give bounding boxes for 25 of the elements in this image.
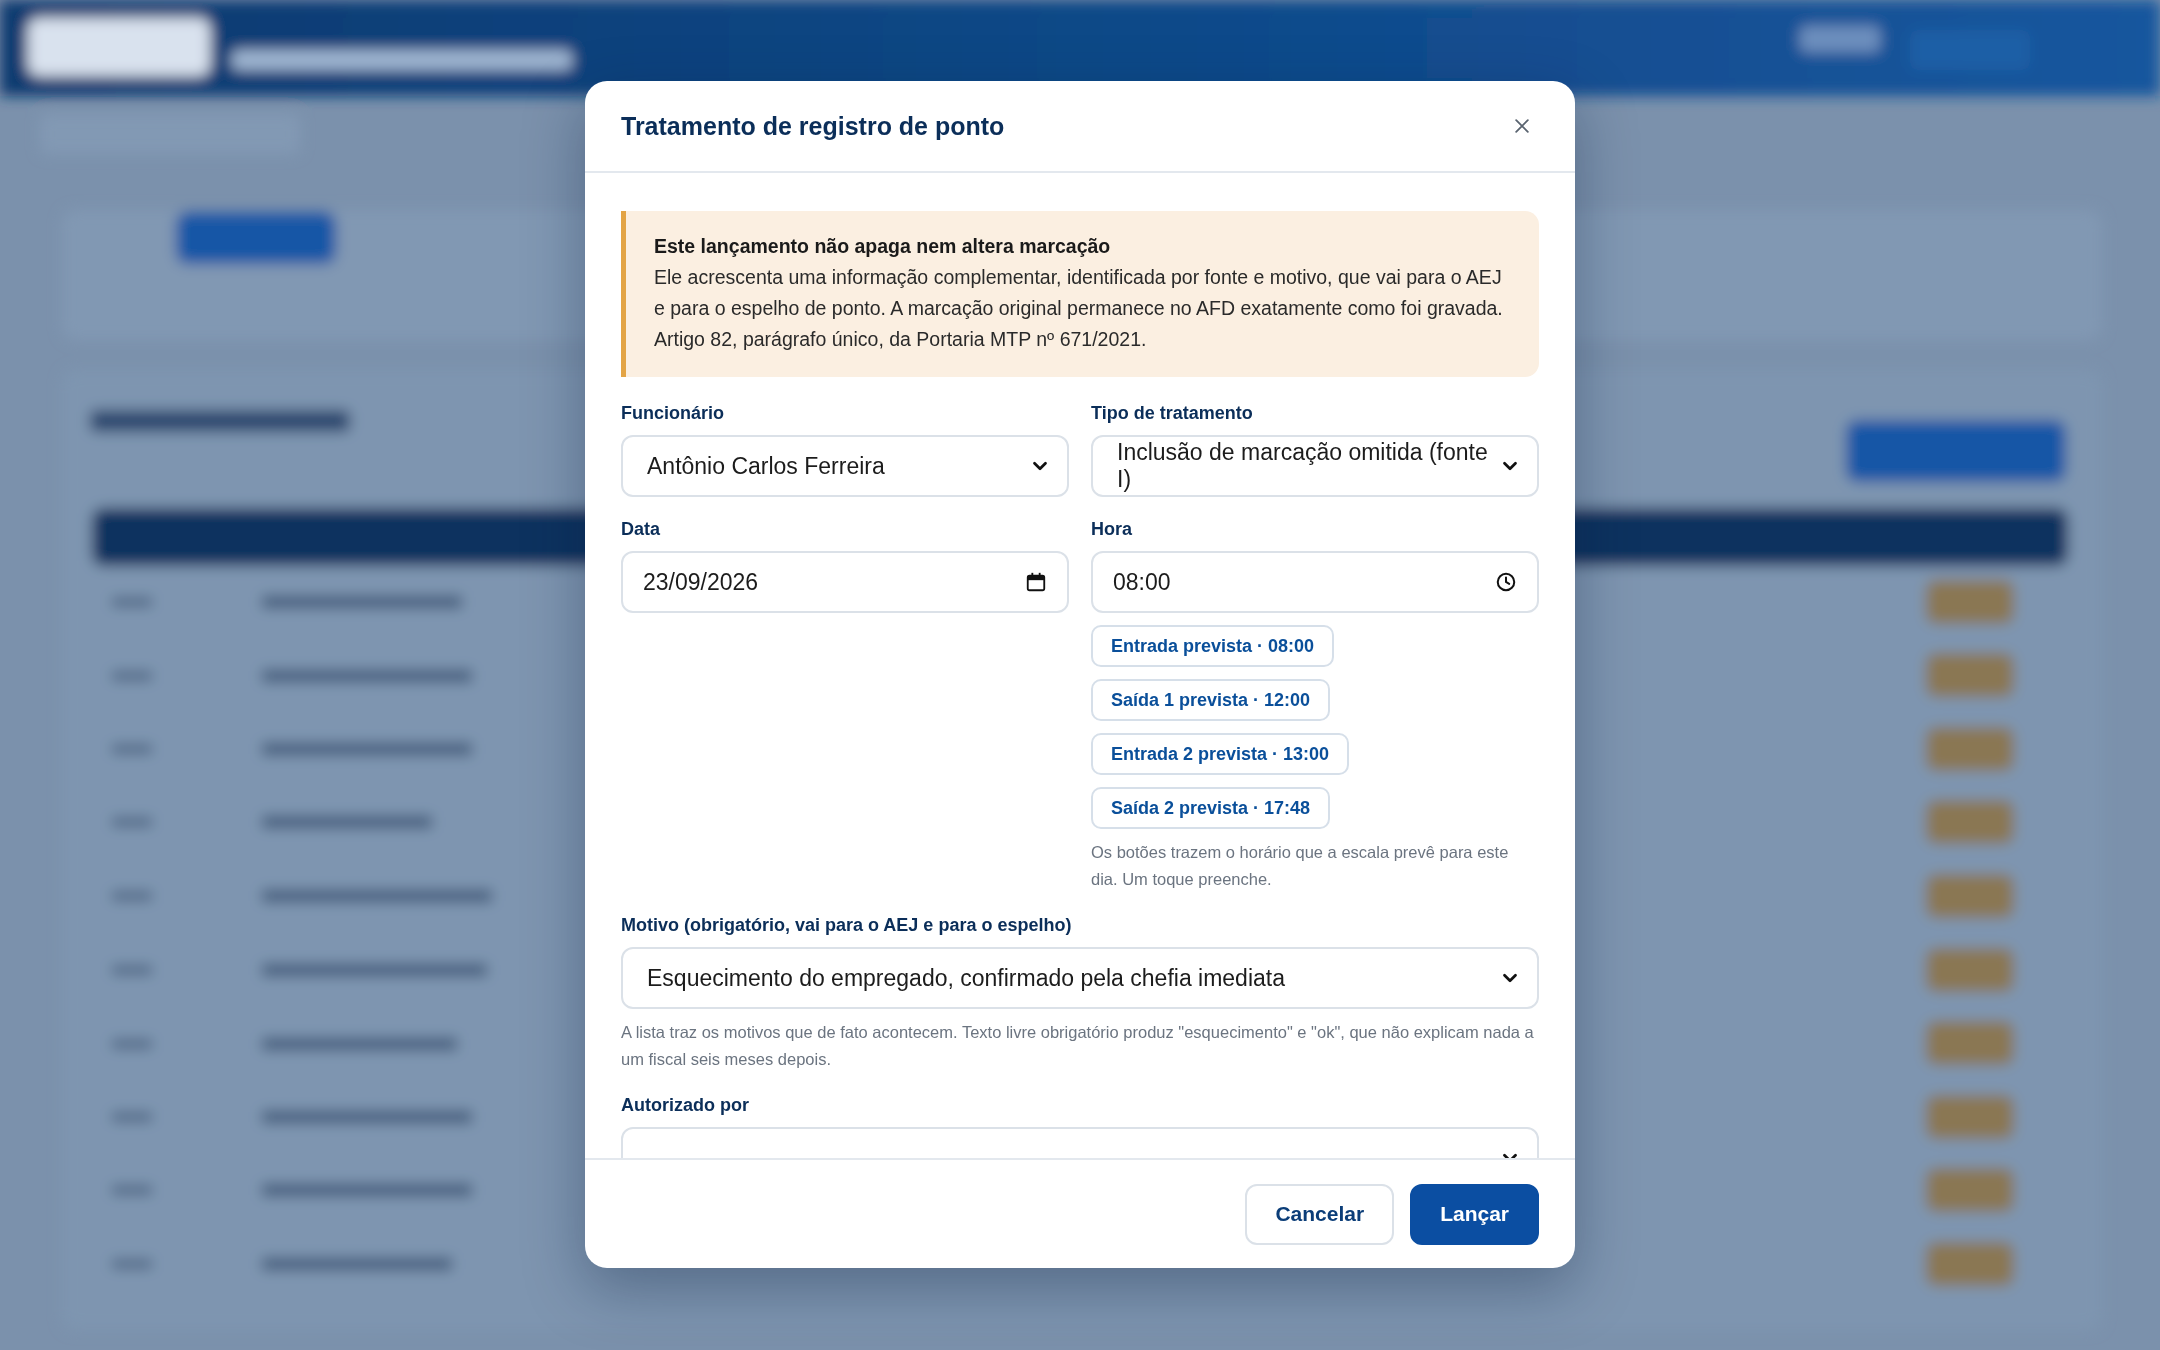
time-field[interactable]: 08:00 [1091,551,1539,613]
suggestion-button[interactable]: Saída 2 prevista · 17:48 [1091,787,1331,829]
select-field[interactable]: Esquecimento do empregado, confirmado pela chefia imediata [621,947,1539,1009]
submit-button[interactable]: Lançar [1410,1183,1539,1245]
clock-icon [1495,571,1517,593]
field-label: Funcionário [621,403,724,424]
field-label: Tipo de tratamento [1091,403,1253,424]
notice-title: Este lançamento não apaga nem altera marcação [654,235,1112,258]
field-label: Motivo (obrigatório, vai para o AEJ e para o espelho) [621,915,1072,936]
hint-text: Os botões trazem o horário que a escala prevê para este dia. Um toque preenche. [1091,842,1510,890]
calendar-icon [1025,571,1047,593]
notice-text: Ele acrescenta uma informação complementar, identificada por fonte e motivo, que vai para o AEJ e para o espelho de ponto. A marcação original permanece no AFD exatamente como foi gravada. Artigo 82, parágrafo único, da Portaria MTP nº 671/2021. [654,265,1504,352]
hint-text: A lista traz os motivos que de fato acontecem. Texto livre obrigatório produz "esquecimento" e "ok", que não explicam nada a um fiscal seis meses depois. [621,1022,1535,1070]
field-label: Autorizado por [621,1095,749,1116]
date-field[interactable]: 23/09/2026 [621,551,1069,613]
suggestion-button[interactable]: Entrada 2 prevista · 13:00 [1091,733,1350,775]
suggestion-button[interactable]: Saída 1 prevista · 12:00 [1091,679,1331,721]
field-label: Hora [1091,519,1132,540]
suggestion-button[interactable]: Entrada prevista · 08:00 [1091,625,1335,667]
cancel-button[interactable]: Cancelar [1245,1183,1395,1245]
select-field[interactable]: Antônio Carlos Ferreira [621,435,1069,497]
field-label: Data [621,519,660,540]
close-icon [1512,116,1532,136]
select-field[interactable]: Inclusão de marcação omitida (fonte I) [1091,435,1539,497]
dialog-title: Tratamento de registro de ponto [621,111,1005,141]
